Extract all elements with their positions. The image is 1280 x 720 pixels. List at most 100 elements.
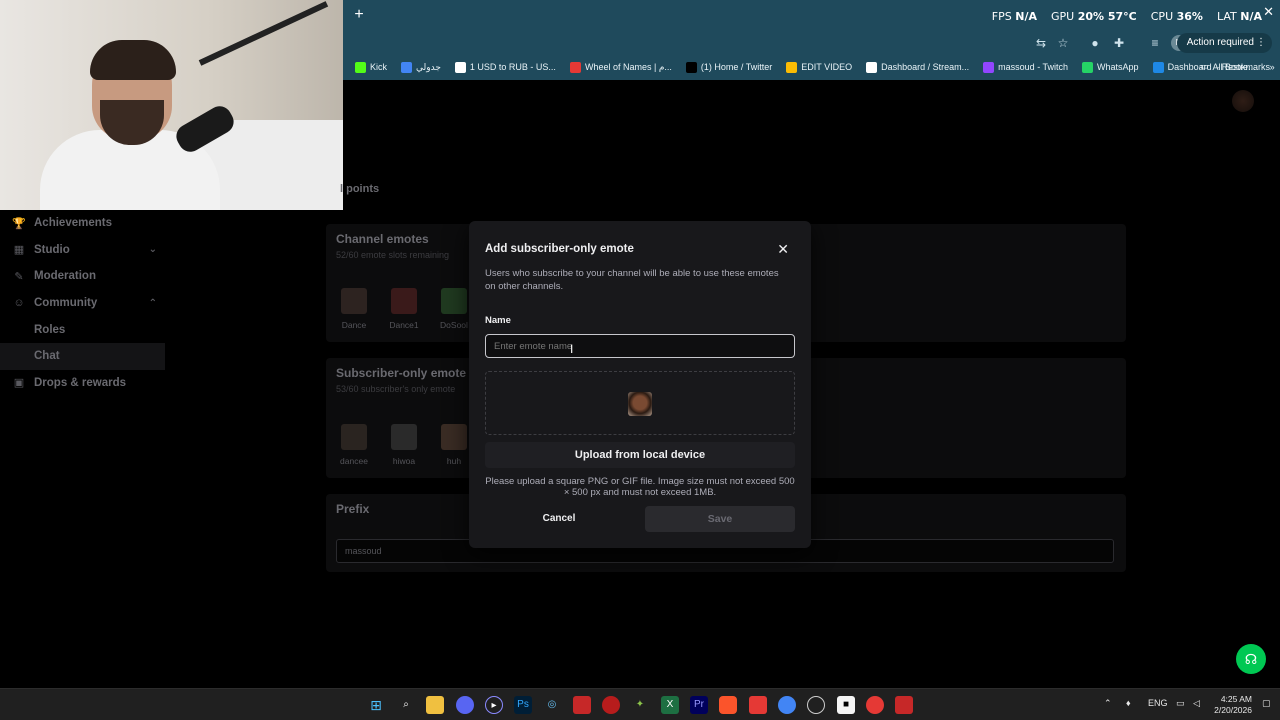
extensions-puzzle-icon[interactable]: ✚ [1111,35,1127,51]
text-cursor-icon: I [570,342,574,356]
sidebar-item-studio[interactable]: ▦ Studio ⌄ [0,237,165,264]
app-eu-icon[interactable] [573,696,591,714]
subscriber-emotes-subtitle: 53/60 subscriber's only emote [336,384,456,394]
app-eu2-icon[interactable] [895,696,913,714]
capcut-icon[interactable]: ■ [837,696,855,714]
headset-icon: ☊ [1244,651,1258,667]
bookmark-star-icon[interactable]: ☆ [1055,35,1071,51]
media-player-icon[interactable]: ▸ [485,696,503,714]
emote-image [391,424,417,450]
wrench-icon: ✎ [14,270,24,283]
gift-icon: ▣ [13,377,25,390]
steam-icon[interactable]: ◎ [543,696,561,714]
emote-name: huh [446,456,462,466]
sidebar-item-label: Studio [34,243,70,256]
excel-icon[interactable]: X [661,696,679,714]
bookmark-item[interactable]: 1 USD to RUB - US... [454,61,556,73]
save-button[interactable]: Save [645,506,795,532]
all-bookmarks-label: All Bookmarks [1212,61,1270,72]
network-icon[interactable]: ▭ [1176,698,1185,709]
sidebar-item-label: Moderation [34,270,96,283]
sidebar-item-community[interactable]: ☺ Community ⌃ [0,290,165,317]
sidebar-item-drops-rewards[interactable]: ▣ Drops & rewards [0,370,165,397]
volume-icon[interactable]: ◁ [1193,698,1200,709]
upload-dropzone[interactable] [485,371,795,435]
discord-icon[interactable] [456,696,474,714]
obs-icon[interactable] [807,696,825,714]
photoshop-icon[interactable]: Ps [514,696,532,714]
emote-name-input[interactable] [485,334,795,358]
new-tab-button[interactable]: + [349,5,369,25]
sidebar-item-label: Chat [34,350,60,363]
folder-icon: ▭ [1199,61,1209,71]
windows-start-icon[interactable]: ⊞ [367,696,385,714]
cancel-button[interactable]: Cancel [529,508,589,528]
window-close-icon[interactable]: ✕ [1263,4,1274,20]
file-explorer-icon[interactable] [426,696,444,714]
emote-item[interactable]: DoSool [434,288,474,330]
bookmark-item[interactable]: (1) Home / Twitter [685,61,772,73]
prefix-title: Prefix [336,502,370,516]
search-icon[interactable]: ⌕ [397,696,415,714]
media-queue-icon[interactable]: ≡ [1147,35,1163,51]
bookmark-favicon-icon [569,61,581,73]
bookmark-item[interactable]: WhatsApp [1082,61,1139,73]
notification-icon[interactable]: ▢ [1262,698,1271,709]
emote-image [441,288,467,314]
emote-name: DoSool [440,320,468,330]
clock-date: 2/20/2026 [1214,705,1252,715]
game-launcher-icon[interactable] [602,696,620,714]
user-avatar[interactable] [1232,90,1254,112]
bookmark-label: WhatsApp [1097,62,1139,72]
sidebar-item-achievements[interactable]: 🏆 Achievements [0,210,165,237]
browser-toolbar: ⇆ ☆ ● ✚ ≡ M Action required ⋮ [343,32,1280,54]
emote-item[interactable]: huh [434,424,474,466]
emote-name: Dance [341,320,367,330]
microphone-icon[interactable]: ♦ [1126,698,1131,708]
emote-name: hiwoa [392,456,416,466]
support-chat-button[interactable]: ☊ [1236,644,1266,674]
more-bookmarks-icon[interactable]: » [1270,62,1275,72]
bookmark-item[interactable]: EDIT VIDEO [786,61,852,73]
tray-chevron-icon[interactable]: ⌃ [1104,698,1112,709]
app-red-icon[interactable] [866,696,884,714]
close-icon[interactable]: ✕ [777,241,789,258]
sidebar-item-roles[interactable]: Roles [0,316,165,343]
system-clock[interactable]: 4:25 AM 2/20/2026 [1214,694,1252,716]
bookmark-item[interactable]: Dashboard / Stream... [866,61,969,73]
film-icon: ▦ [13,244,25,257]
brave-icon[interactable] [719,696,737,714]
emote-item[interactable]: dancee [334,424,374,466]
bookmark-favicon-icon [685,61,697,73]
sidebar-item-label: Roles [34,323,66,336]
extension-avatar-icon[interactable]: ● [1087,35,1103,51]
all-bookmarks-button[interactable]: ▭ All Bookmarks [1200,61,1270,72]
action-required-button[interactable]: Action required ⋮ [1176,33,1272,53]
bookmark-item[interactable]: Wheel of Names | م... [569,61,672,73]
language-indicator[interactable]: ENG [1148,698,1168,708]
emote-item[interactable]: Dance [334,288,374,330]
nvidia-icon[interactable]: ✦ [631,696,649,714]
bookmark-item[interactable]: جدولي [401,61,441,73]
emote-item[interactable]: Dance1 [384,288,424,330]
bookmark-favicon-icon [983,61,995,73]
bookmark-label: 1 USD to RUB - US... [469,62,556,72]
translate-icon[interactable]: ⇆ [1033,35,1049,51]
emote-item[interactable]: hiwoa [384,424,424,466]
page-section-heading: l points [340,183,380,195]
sidebar-item-moderation[interactable]: ✎ Moderation [0,263,165,290]
sidebar: 🏆 Achievements ▦ Studio ⌄ ✎ Moderation ☺ Comm… [0,210,165,396]
bookmark-item[interactable]: massoud - Twitch [983,61,1068,73]
bookmark-favicon-icon [355,61,366,73]
acrobat-icon[interactable] [749,696,767,714]
premiere-icon[interactable]: Pr [690,696,708,714]
cpu-label: CPU [1150,10,1174,23]
action-required-label: Action required [1186,37,1254,48]
bookmark-favicon-icon [454,61,466,73]
emote-image [391,288,417,314]
lat-value: N/A [1240,10,1262,23]
upload-from-device-button[interactable]: Upload from local device [485,442,795,468]
chrome-icon[interactable] [778,696,796,714]
bookmark-item[interactable]: Kick [355,61,387,73]
sidebar-item-chat[interactable]: Chat [0,342,165,370]
